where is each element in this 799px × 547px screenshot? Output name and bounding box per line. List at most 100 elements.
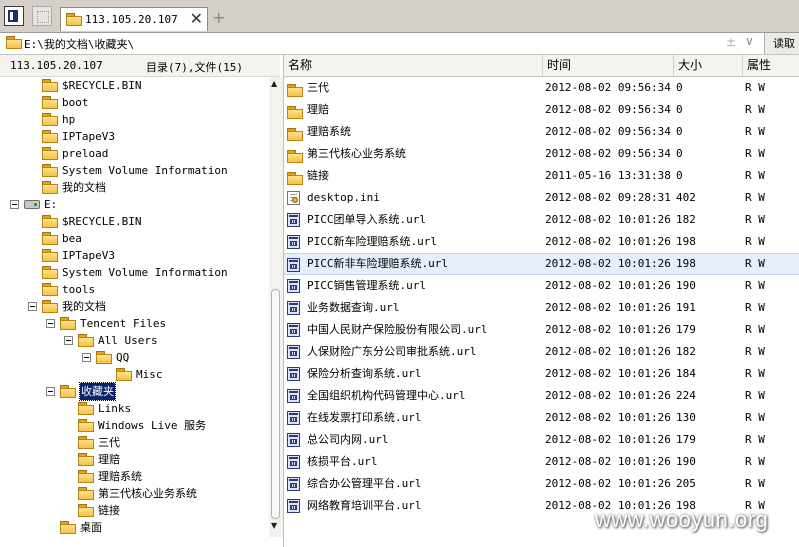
folder-icon — [96, 351, 112, 364]
file-name: 理赔 — [307, 103, 329, 116]
folder-icon — [78, 487, 94, 500]
file-attr: R W — [745, 367, 765, 380]
folder-icon — [42, 283, 58, 296]
file-row[interactable]: 综合办公管理平台.url 2012-08-02 10:01:26 205 R W — [284, 473, 799, 495]
file-row[interactable]: 总公司内网.url 2012-08-02 10:01:26 179 R W — [284, 429, 799, 451]
file-name: PICC新非车险理赔系统.url — [307, 257, 448, 270]
folder-icon — [42, 232, 58, 245]
folder-icon — [60, 385, 76, 398]
folder-icon — [42, 113, 58, 126]
tree-scrollbar[interactable]: ▲ ▼ — [269, 77, 283, 537]
file-size: 190 — [676, 279, 696, 292]
file-row[interactable]: PICC团单导入系统.url 2012-08-02 10:01:26 182 R W — [284, 209, 799, 231]
tab-title: 113.105.20.107 — [85, 13, 178, 26]
file-time: 2012-08-02 10:01:26 — [545, 235, 671, 248]
file-time: 2012-08-02 10:01:26 — [545, 213, 671, 226]
file-time: 2012-08-02 09:56:34 — [545, 103, 671, 116]
tab-bar: 113.105.20.107 ✕ + — [0, 0, 799, 33]
file-row[interactable]: desktop.ini 2012-08-02 09:28:31 402 R W — [284, 187, 799, 209]
file-attr: R W — [745, 257, 765, 270]
tree-expander-icon[interactable] — [46, 387, 55, 396]
file-row[interactable]: 三代 2012-08-02 09:56:34 0 R W — [284, 77, 799, 99]
file-row[interactable]: 全国组织机构代码管理中心.url 2012-08-02 10:01:26 224 R … — [284, 385, 799, 407]
read-button[interactable]: 读取 — [764, 33, 799, 54]
scroll-down-icon[interactable]: ▼ — [271, 521, 277, 530]
folder-icon — [287, 84, 303, 97]
file-row[interactable]: PICC销售管理系统.url 2012-08-02 10:01:26 190 R W — [284, 275, 799, 297]
chevron-down-icon[interactable]: ∨ — [745, 34, 754, 48]
file-time: 2012-08-02 10:01:26 — [545, 279, 671, 292]
file-attr: R W — [745, 213, 765, 226]
tree-node-label: 第三代核心业务系统 — [98, 487, 197, 500]
folder-icon — [78, 453, 94, 466]
file-row[interactable]: 理赔系统 2012-08-02 09:56:34 0 R W — [284, 121, 799, 143]
new-tab-icon[interactable]: + — [212, 8, 225, 27]
thumbnail-view-icon[interactable] — [32, 6, 52, 26]
file-row[interactable]: 核损平台.url 2012-08-02 10:01:26 190 R W — [284, 451, 799, 473]
address-path-input[interactable]: E:\我的文档\收藏夹\ — [24, 36, 134, 52]
file-size: 198 — [676, 257, 696, 270]
url-shortcut-icon — [287, 411, 300, 425]
column-attr[interactable]: 属性 — [742, 55, 799, 76]
file-size: 198 — [676, 235, 696, 248]
folder-icon — [42, 181, 58, 194]
folder-icon — [287, 150, 303, 163]
file-list-header: 名称 时间 大小 属性 — [284, 55, 799, 77]
tree-expander-icon[interactable] — [64, 336, 73, 345]
column-name[interactable]: 名称 — [284, 55, 542, 76]
folder-icon — [42, 249, 58, 262]
file-attr: R W — [745, 147, 765, 160]
file-name: 理赔系统 — [307, 125, 351, 138]
file-size: 0 — [676, 147, 683, 160]
file-row[interactable]: 中国人民财产保险股份有限公司.url 2012-08-02 10:01:26 179… — [284, 319, 799, 341]
tree-node-label: E: — [44, 198, 58, 211]
file-row[interactable]: 第三代核心业务系统 2012-08-02 09:56:34 0 R W — [284, 143, 799, 165]
tree-node-label: 链接 — [98, 504, 120, 517]
file-attr: R W — [745, 125, 765, 138]
file-row[interactable]: PICC新非车险理赔系统.url 2012-08-02 10:01:26 198 R … — [284, 253, 799, 275]
url-shortcut-icon — [287, 367, 300, 381]
file-time: 2012-08-02 10:01:26 — [545, 389, 671, 402]
column-size[interactable]: 大小 — [673, 55, 742, 76]
close-icon[interactable]: ✕ — [190, 9, 203, 28]
file-name: 中国人民财产保险股份有限公司.url — [307, 323, 488, 336]
file-size: 191 — [676, 301, 696, 314]
tree-expander-icon[interactable] — [10, 200, 19, 209]
scroll-thumb[interactable] — [271, 289, 280, 519]
file-row[interactable]: PICC新车险理赔系统.url 2012-08-02 10:01:26 198 R W — [284, 231, 799, 253]
tab-remote-host[interactable]: 113.105.20.107 ✕ — [60, 7, 208, 31]
file-attr: R W — [745, 411, 765, 424]
file-time: 2012-08-02 10:01:26 — [545, 323, 671, 336]
file-row[interactable]: 保险分析查询系统.url 2012-08-02 10:01:26 184 R W — [284, 363, 799, 385]
file-size: 0 — [676, 81, 683, 94]
folder-icon — [78, 419, 94, 432]
file-row[interactable]: 理赔 2012-08-02 09:56:34 0 R W — [284, 99, 799, 121]
folder-icon — [42, 300, 58, 313]
folder-icon — [66, 13, 82, 26]
tree-expander-icon[interactable] — [46, 319, 55, 328]
tree-node-label: All Users — [98, 334, 158, 347]
file-row[interactable]: 链接 2011-05-16 13:31:38 0 R W — [284, 165, 799, 187]
file-size: 182 — [676, 345, 696, 358]
tree-expander-icon[interactable] — [82, 353, 91, 362]
scroll-up-icon[interactable]: ▲ — [271, 79, 277, 88]
tree-node-label: IPTapeV3 — [62, 249, 115, 262]
tree-expander-icon[interactable] — [28, 302, 37, 311]
file-row[interactable]: 在线发票打印系统.url 2012-08-02 10:01:26 130 R W — [284, 407, 799, 429]
folder-icon — [60, 317, 76, 330]
file-row[interactable]: 业务数据查询.url 2012-08-02 10:01:26 191 R W — [284, 297, 799, 319]
file-size: 182 — [676, 213, 696, 226]
url-shortcut-icon — [287, 323, 300, 337]
url-shortcut-icon — [287, 301, 300, 315]
host-label: 113.105.20.107 — [10, 59, 103, 72]
tree-node-label: 我的文档 — [62, 181, 106, 194]
panel-toggle-icon[interactable] — [4, 6, 24, 26]
tree-node-label: 桌面 — [80, 521, 102, 534]
plus-minus-icon[interactable]: ± — [726, 35, 736, 49]
file-size: 130 — [676, 411, 696, 424]
column-time[interactable]: 时间 — [542, 55, 673, 76]
file-name: 业务数据查询.url — [307, 301, 400, 314]
url-shortcut-icon — [287, 477, 300, 491]
file-row[interactable]: 人保财险广东分公司审批系统.url 2012-08-02 10:01:26 182 R… — [284, 341, 799, 363]
folder-icon — [42, 79, 58, 92]
